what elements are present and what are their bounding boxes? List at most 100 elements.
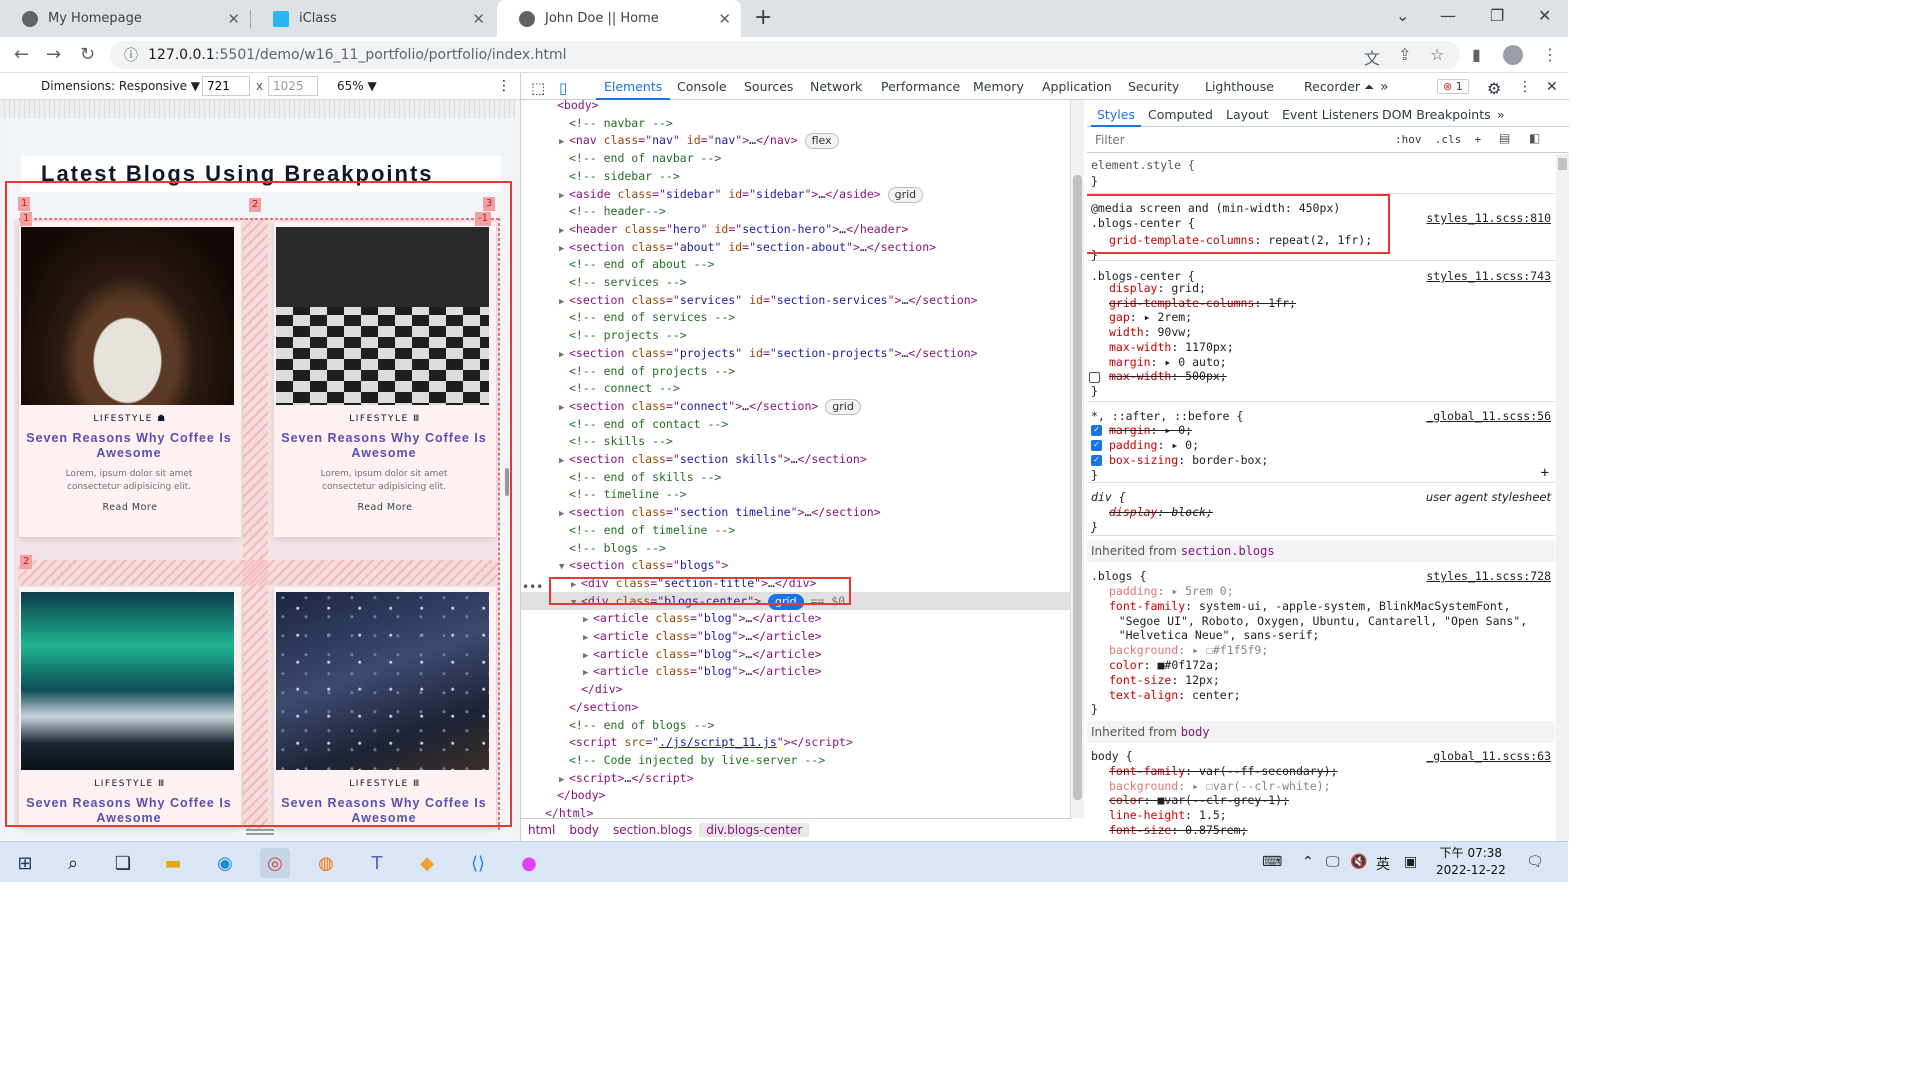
css-property[interactable]: box-sizing <box>1109 453 1178 467</box>
dom-node[interactable]: ▶ <article class="blog">…</article> <box>521 609 1071 627</box>
css-property[interactable]: display <box>1109 281 1157 295</box>
css-declaration[interactable]: background: ▸ ☐var(--clr-white); <box>1109 779 1331 794</box>
edge-icon[interactable]: ◉ <box>210 848 240 878</box>
dom-node[interactable]: <!-- end of projects --> <box>521 362 1071 380</box>
app-drop-icon[interactable]: ● <box>514 848 544 878</box>
css-value[interactable]: "Segoe UI", Roboto, Oxygen, Ubuntu, Cant… <box>1091 614 1528 628</box>
translate-icon[interactable]: 文 <box>1364 45 1380 69</box>
reload-icon[interactable]: ↻ <box>80 44 95 65</box>
maximize-icon[interactable]: ❐ <box>1490 6 1504 25</box>
dom-node[interactable]: ▶ <section class="section skills">…</sect… <box>521 450 1071 468</box>
css-value[interactable]: ■#0f172a; <box>1157 658 1219 672</box>
dom-node[interactable]: </div> <box>521 680 1071 698</box>
devtools-menu-icon[interactable]: ⋮ <box>1518 79 1532 95</box>
css-property[interactable]: padding <box>1109 584 1157 598</box>
css-declaration[interactable]: "Segoe UI", Roboto, Oxygen, Ubuntu, Cant… <box>1091 614 1528 629</box>
css-value[interactable]: ▸ 2rem; <box>1144 310 1192 324</box>
dimensions-dropdown[interactable]: Dimensions: Responsive ▼ <box>41 79 200 93</box>
css-declaration[interactable]: margin: ▸ 0; <box>1109 423 1192 438</box>
css-property[interactable]: font-family <box>1109 599 1185 613</box>
css-declaration[interactable]: font-size: 0.875rem; <box>1109 823 1247 838</box>
css-declaration[interactable]: color: ■var(--clr-grey-1); <box>1109 793 1289 808</box>
css-property[interactable]: color <box>1109 793 1144 807</box>
node-ellipsis-icon[interactable]: ••• <box>522 580 543 594</box>
dom-node[interactable]: <!-- end of blogs --> <box>521 716 1071 734</box>
dom-node[interactable]: ▶ <header class="hero" id="section-hero">… <box>521 220 1071 238</box>
error-badge[interactable]: ⊗ 1 <box>1437 79 1469 94</box>
dom-node[interactable]: ▶ <aside class="sidebar" id="sidebar">…</… <box>521 185 1071 203</box>
tab-search-icon[interactable]: ⌄ <box>1396 6 1409 25</box>
ime-indicator[interactable]: 英 <box>1376 854 1390 874</box>
css-declaration[interactable]: box-sizing: border-box; <box>1109 453 1268 468</box>
css-property[interactable]: line-height <box>1109 808 1185 822</box>
breadcrumb-div-blogs-center[interactable]: div.blogs-center <box>699 823 810 837</box>
dom-node[interactable]: ▶ <script>…</script> <box>521 769 1071 787</box>
app-icon[interactable]: ◆ <box>412 848 442 878</box>
side-panel-icon[interactable]: ▮ <box>1472 45 1481 64</box>
css-value[interactable]: var(--ff-secondary); <box>1199 764 1337 778</box>
css-declaration[interactable]: max-width: 500px; <box>1109 369 1227 384</box>
tab-my-homepage[interactable]: My Homepage ✕ <box>0 0 250 37</box>
forward-icon[interactable]: → <box>46 44 61 65</box>
new-tab-icon[interactable]: + <box>754 5 772 30</box>
tab-dom-breakpoints[interactable]: DOM Breakpoints <box>1382 107 1491 122</box>
css-value[interactable]: ▸ 0; <box>1164 423 1192 437</box>
chrome-menu-icon[interactable]: ⋮ <box>1542 45 1558 64</box>
tab-performance[interactable]: Performance <box>881 79 960 94</box>
close-tab-icon[interactable]: ✕ <box>718 10 731 28</box>
inspect-element-icon[interactable]: ⬚ <box>531 79 545 97</box>
task-view-icon[interactable]: ❏ <box>108 848 138 878</box>
rule-source-link[interactable]: styles_11.scss:728 <box>1426 569 1551 583</box>
tab-recorder[interactable]: Recorder ⏶ <box>1304 79 1374 95</box>
styles-scrollbar[interactable] <box>1556 154 1569 841</box>
bookmark-star-icon[interactable]: ☆ <box>1430 45 1444 64</box>
css-declaration[interactable]: padding: ▸ 0; <box>1109 438 1199 453</box>
close-window-icon[interactable]: ✕ <box>1538 6 1551 25</box>
dom-node[interactable]: <!-- projects --> <box>521 326 1071 344</box>
css-property[interactable]: color <box>1109 658 1144 672</box>
css-property[interactable]: max-width <box>1109 369 1171 383</box>
teams-icon[interactable]: T <box>362 848 392 878</box>
dom-node[interactable]: <!-- sidebar --> <box>521 167 1071 185</box>
css-property[interactable]: margin <box>1109 355 1151 369</box>
css-value[interactable]: 500px; <box>1185 369 1227 383</box>
css-property[interactable]: margin <box>1109 423 1151 437</box>
css-property[interactable]: text-align <box>1109 688 1178 702</box>
volume-muted-icon[interactable]: 🔇 <box>1350 854 1367 870</box>
css-declaration[interactable]: font-family: var(--ff-secondary); <box>1109 764 1338 779</box>
tab-styles[interactable]: Styles <box>1091 107 1141 127</box>
ime-mode-icon[interactable]: ▣ <box>1404 854 1417 870</box>
tab-security[interactable]: Security <box>1128 79 1179 94</box>
tab-sources[interactable]: Sources <box>744 79 793 94</box>
css-declaration[interactable]: width: 90vw; <box>1109 325 1192 340</box>
declaration-checkbox[interactable]: ✓ <box>1091 425 1102 436</box>
css-value[interactable]: ▸ 0 auto; <box>1164 355 1226 369</box>
tab-layout[interactable]: Layout <box>1226 107 1269 122</box>
clock[interactable]: 下午 07:38 2022-12-22 <box>1436 845 1506 879</box>
file-explorer-icon[interactable]: ▬ <box>158 848 188 878</box>
css-property[interactable]: font-size <box>1109 673 1171 687</box>
css-property[interactable]: gap <box>1109 310 1130 324</box>
viewport-height-input[interactable] <box>268 76 318 96</box>
vscode-icon[interactable]: ⟨⟩ <box>463 848 493 878</box>
dom-node[interactable]: <!-- end of timeline --> <box>521 521 1071 539</box>
dom-node[interactable]: ▶ <nav class="nav" id="nav">…</nav> flex <box>521 131 1071 150</box>
filter-tools[interactable]: :hov .cls + <box>1395 133 1481 146</box>
scrollbar-thumb[interactable] <box>1558 158 1567 170</box>
inherited-selector[interactable]: section.blogs <box>1181 544 1275 558</box>
chrome-icon[interactable]: ◎ <box>260 848 290 878</box>
css-declaration[interactable]: color: ■#0f172a; <box>1109 658 1220 673</box>
css-value[interactable]: grid; <box>1171 281 1206 295</box>
add-property-icon[interactable]: + <box>1541 465 1549 481</box>
search-icon[interactable]: ⌕ <box>58 848 88 878</box>
dom-node[interactable]: ▶ <article class="blog">…</article> <box>521 662 1071 680</box>
css-value[interactable]: ■var(--clr-grey-1); <box>1157 793 1289 807</box>
css-declaration[interactable]: font-size: 12px; <box>1109 673 1220 688</box>
more-panes-icon[interactable]: » <box>1497 107 1505 122</box>
dom-node[interactable]: </html> <box>521 804 1071 818</box>
paint-brush-icon[interactable]: ▤ <box>1499 131 1510 145</box>
dom-node[interactable]: </body> <box>521 786 1071 804</box>
elements-scrollbar[interactable] <box>1070 100 1084 818</box>
css-property[interactable]: font-family <box>1109 764 1185 778</box>
css-declaration[interactable]: text-align: center; <box>1109 688 1241 703</box>
